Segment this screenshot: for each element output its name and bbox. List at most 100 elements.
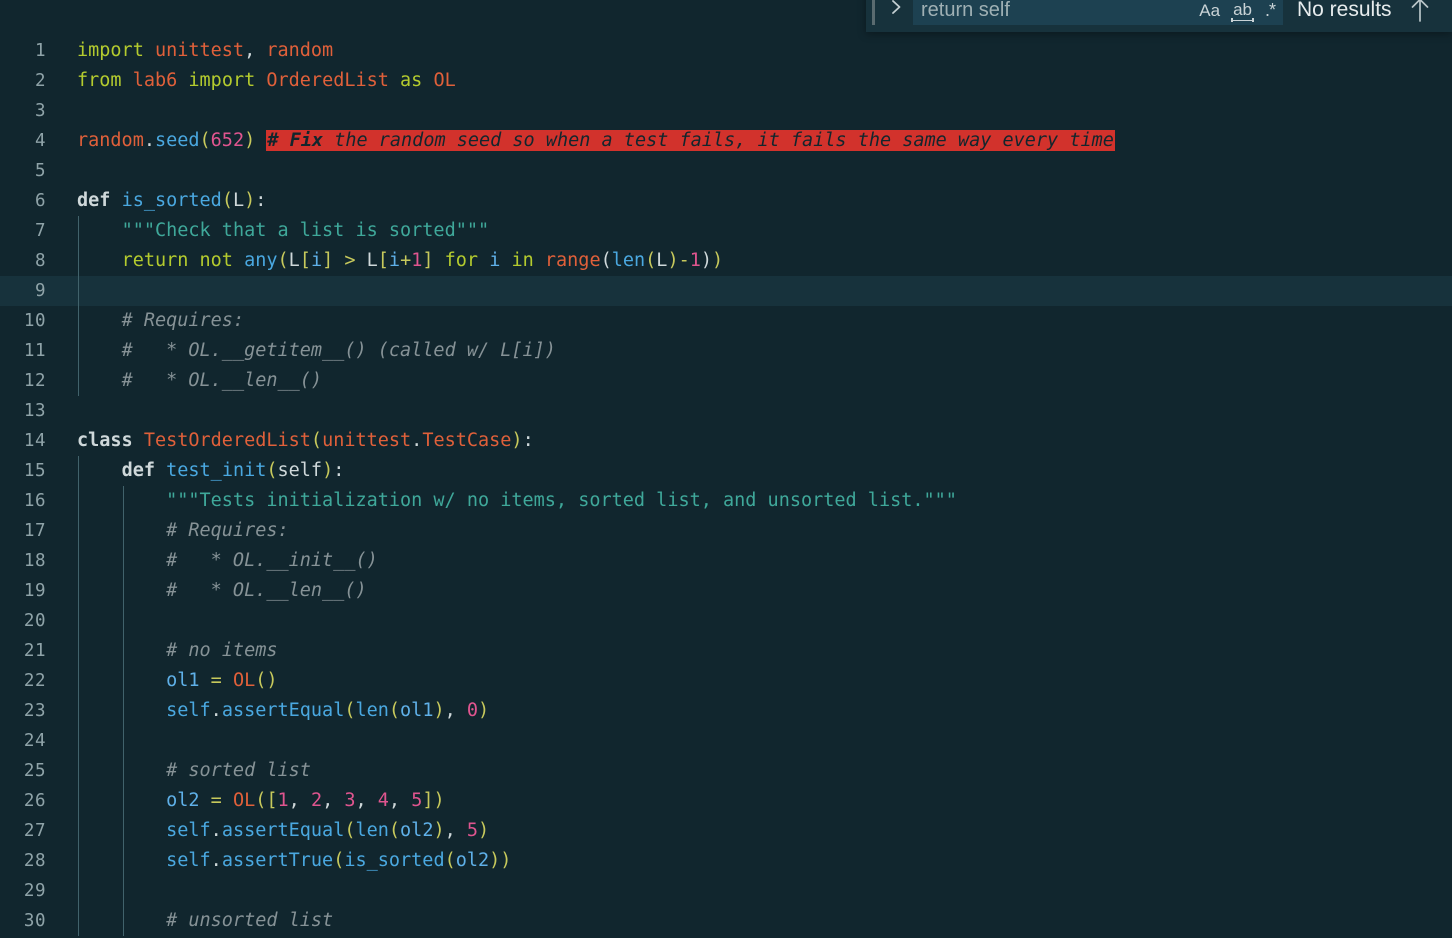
line-number: 23 [23,701,46,721]
find-options[interactable]: Aa ab .* [1197,0,1277,25]
code-line-content[interactable]: return not any(L[i] > L[i+1] for i in ra… [77,246,724,276]
line-number: 11 [23,341,46,361]
code-line-content[interactable]: # sorted list [77,756,311,786]
arrow-up-icon[interactable] [1406,0,1434,25]
line-number: 17 [23,521,46,541]
code-line-content[interactable]: """Tests initialization w/ no items, sor… [77,486,957,516]
line-number: 13 [23,401,46,421]
code-line-content[interactable]: random.seed(652) # Fix the random seed s… [77,126,1115,156]
match-case-icon[interactable]: Aa [1197,0,1222,21]
code-line-content[interactable]: self.assertEqual(len(ol2), 5) [77,816,489,846]
code-line-content[interactable]: ol1 = OL() [77,666,277,696]
code-line[interactable]: 11 # * OL.__getitem__() (called w/ L[i]) [0,336,1452,366]
code-line-content[interactable]: import unittest, random [77,36,333,66]
code-line[interactable]: 12 # * OL.__len__() [0,366,1452,396]
line-number: 7 [34,221,46,241]
line-number: 4 [34,131,46,151]
code-line-content[interactable]: from lab6 import OrderedList as OL [77,66,456,96]
code-line[interactable]: 15 def test_init(self): [0,456,1452,486]
line-number: 27 [23,821,46,841]
line-number: 9 [34,281,46,301]
line-number: 10 [23,311,46,331]
line-number: 18 [23,551,46,571]
find-widget[interactable]: Aa ab .* No results [866,0,1452,32]
code-line-content[interactable]: # Requires: [77,516,289,546]
code-line-content[interactable]: # * OL.__len__() [77,366,322,396]
find-widget-drag-handle[interactable] [872,0,875,25]
code-line[interactable]: 21 # no items [0,636,1452,666]
code-lines-container[interactable]: 1 import unittest, random 2 from lab6 impor… [0,36,1452,938]
code-line[interactable]: 29 [0,876,1452,906]
code-line[interactable]: 6 def is_sorted(L): [0,186,1452,216]
code-line[interactable]: 4 random.seed(652) # Fix the random seed … [0,126,1452,156]
code-line[interactable]: 7 """Check that a list is sorted""" [0,216,1452,246]
line-number: 3 [34,101,46,121]
code-line-content[interactable]: self.assertTrue(is_sorted(ol2)) [77,846,511,876]
code-line[interactable]: 10 # Requires: [0,306,1452,336]
code-line[interactable]: 8 return not any(L[i] > L[i+1] for i in … [0,246,1452,276]
line-number: 1 [34,41,46,61]
line-number: 12 [23,371,46,391]
line-number: 29 [23,881,46,901]
indent-guide [78,606,79,636]
code-line[interactable]: 26 ol2 = OL([1, 2, 3, 4, 5]) [0,786,1452,816]
line-number: 30 [23,911,46,931]
code-line-content[interactable]: # Requires: [77,306,245,336]
line-number: 26 [23,791,46,811]
line-number: 15 [23,461,46,481]
code-line[interactable]: 17 # Requires: [0,516,1452,546]
code-line-content[interactable]: # * OL.__len__() [77,576,366,606]
code-line[interactable]: 2 from lab6 import OrderedList as OL [0,66,1452,96]
code-line[interactable]: 18 # * OL.__init__() [0,546,1452,576]
code-line-content[interactable]: def test_init(self): [77,456,345,486]
line-number: 5 [34,161,46,181]
code-line[interactable]: 20 [0,606,1452,636]
code-line[interactable]: 28 self.assertTrue(is_sorted(ol2)) [0,846,1452,876]
indent-guide [123,726,124,756]
regex-icon[interactable]: .* [1263,0,1277,21]
code-line[interactable]: 22 ol1 = OL() [0,666,1452,696]
line-number: 16 [23,491,46,511]
code-line-content[interactable]: class TestOrderedList(unittest.TestCase)… [77,426,534,456]
code-line-content[interactable]: ol2 = OL([1, 2, 3, 4, 5]) [77,786,445,816]
line-number: 21 [23,641,46,661]
indent-guide [78,876,79,906]
line-number: 6 [34,191,46,211]
line-number: 28 [23,851,46,871]
code-line[interactable]: 14 class TestOrderedList(unittest.TestCas… [0,426,1452,456]
line-number: 19 [23,581,46,601]
indent-guide [78,726,79,756]
code-line-content[interactable]: def is_sorted(L): [77,186,266,216]
code-line[interactable]: 23 self.assertEqual(len(ol1), 0) [0,696,1452,726]
code-line[interactable]: 16 """Tests initialization w/ no items, … [0,486,1452,516]
code-line[interactable]: 19 # * OL.__len__() [0,576,1452,606]
find-input-wrapper[interactable]: Aa ab .* [913,0,1283,25]
code-line[interactable]: 27 self.assertEqual(len(ol2), 5) [0,816,1452,846]
code-editor[interactable]: 1 import unittest, random 2 from lab6 impor… [0,0,1452,938]
find-result-status: No results [1297,0,1392,21]
code-line[interactable]: 5 [0,156,1452,186]
code-line[interactable]: 3 [0,96,1452,126]
code-line-content[interactable]: # * OL.__getitem__() (called w/ L[i]) [77,336,556,366]
code-line-content[interactable]: """Check that a list is sorted""" [77,216,490,246]
code-line-content[interactable]: self.assertEqual(len(ol1), 0) [77,696,489,726]
code-line[interactable]: 30 # unsorted list [0,906,1452,936]
find-input[interactable] [913,0,1128,24]
code-line[interactable]: 1 import unittest, random [0,36,1452,66]
chevron-right-icon[interactable] [885,0,907,23]
code-line-content[interactable]: # * OL.__init__() [77,546,378,576]
line-number: 20 [23,611,46,631]
line-number: 25 [23,761,46,781]
code-line[interactable]: 24 [0,726,1452,756]
code-line[interactable]: 13 [0,396,1452,426]
indent-guide [123,876,124,906]
line-number: 14 [23,431,46,451]
indent-guide [78,276,79,306]
line-number: 22 [23,671,46,691]
code-line[interactable]: 9 [0,276,1452,306]
whole-word-icon[interactable]: ab [1231,0,1254,22]
code-line[interactable]: 25 # sorted list [0,756,1452,786]
code-line-content[interactable]: # no items [77,636,277,666]
code-line-content[interactable]: # unsorted list [77,906,333,936]
line-number: 24 [23,731,46,751]
